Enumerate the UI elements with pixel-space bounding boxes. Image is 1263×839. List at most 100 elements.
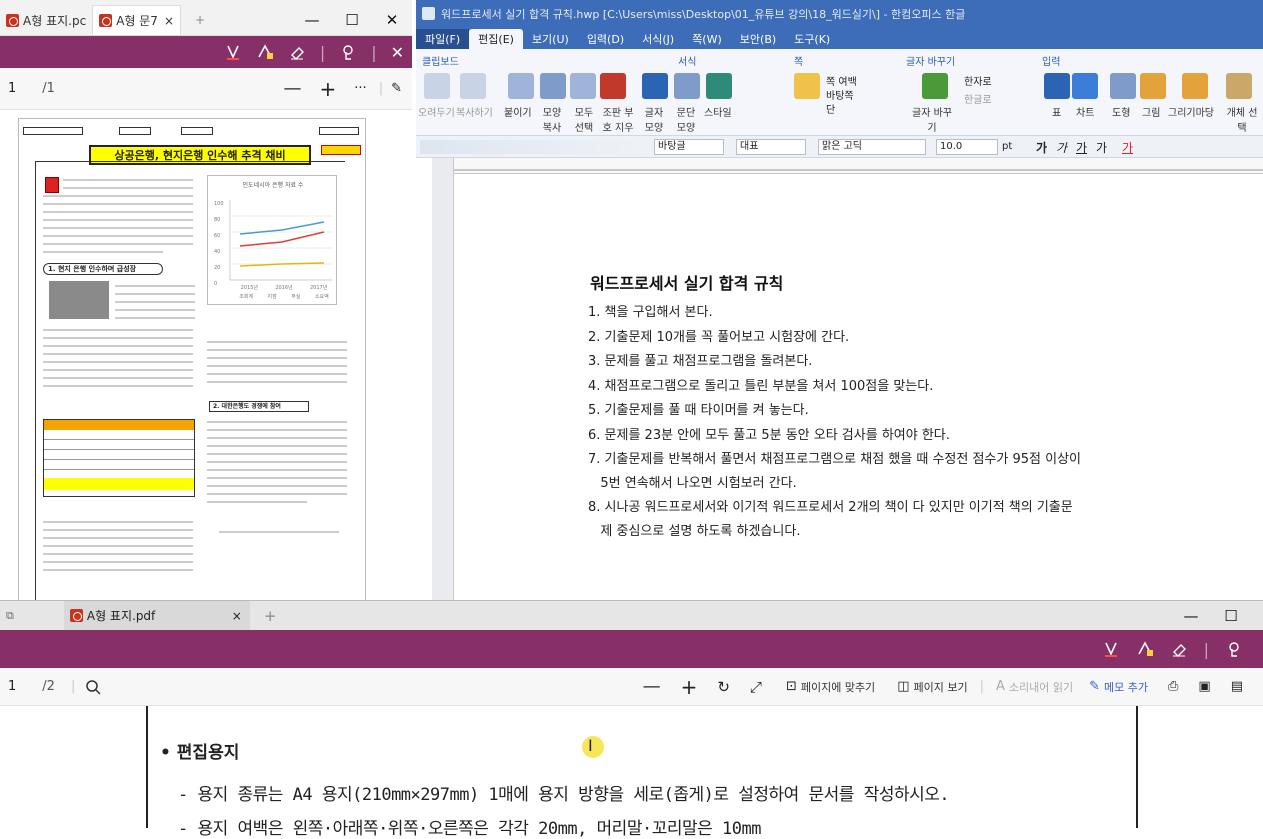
rule-line: 8. 시나공 워드프로세서와 이기적 워드프로세서 2개의 책이 다 있지만 이… bbox=[588, 500, 1073, 515]
save-as-icon[interactable]: ▤ bbox=[1231, 679, 1243, 694]
pdf-small-tabbar: A형 표지.pc A형 문7 × + — ☐ ✕ bbox=[0, 0, 412, 36]
column-label[interactable]: 단 bbox=[826, 101, 835, 116]
master-page-label[interactable]: 바탕쪽 bbox=[826, 87, 854, 102]
zoom-in-button[interactable]: + bbox=[320, 77, 337, 101]
save-icon[interactable]: ▣ bbox=[1198, 679, 1210, 694]
pdf-small-viewer[interactable]: 상공은행, 현지은행 인수해 추격 채비 1. 현지 은행 인수하며 급성장 인… bbox=[0, 110, 412, 600]
style-select[interactable]: 바탕글 bbox=[654, 139, 724, 155]
rule-line: 6. 문제를 23분 안에 모두 풀고 5분 동안 오타 검사를 하여야 한다. bbox=[588, 428, 950, 443]
menu-page[interactable]: 쪽(W) bbox=[683, 29, 731, 49]
para-shape-icon[interactable] bbox=[674, 73, 700, 99]
font-select[interactable]: 맑은 고딕 bbox=[818, 139, 926, 155]
pin-icon[interactable]: ✎ bbox=[391, 81, 402, 96]
maximize-button[interactable]: ☐ bbox=[332, 11, 372, 29]
font-size-input[interactable]: 10.0 bbox=[936, 139, 998, 155]
menu-format[interactable]: 서식(J) bbox=[633, 29, 683, 49]
hwp-ribbon: 클립보드 서식 쪽 글자 바꾸기 입력 오려두기 복사하기 붙이기 모양 복사 … bbox=[416, 49, 1263, 149]
new-tab-button[interactable]: + bbox=[264, 607, 277, 625]
cut-icon[interactable] bbox=[424, 73, 450, 99]
rotate-icon[interactable]: ↻ bbox=[717, 678, 730, 696]
rule-line: 3. 문제를 풀고 채점프로그램을 돌려본다. bbox=[588, 354, 813, 369]
zoom-in-button[interactable]: + bbox=[681, 675, 698, 699]
expand-icon[interactable]: ⤢ bbox=[750, 678, 762, 696]
close-button[interactable]: ✕ bbox=[372, 11, 412, 29]
style-icon[interactable] bbox=[706, 73, 732, 99]
page-view-button[interactable]: 페이지 보기 bbox=[913, 679, 967, 695]
search-icon[interactable] bbox=[85, 679, 101, 695]
underline-button[interactable]: 가 bbox=[1076, 139, 1087, 156]
char-change-icon[interactable] bbox=[922, 73, 948, 99]
strike-button[interactable]: 가 bbox=[1096, 139, 1107, 156]
highlight-icon[interactable] bbox=[1102, 640, 1120, 658]
touch-icon[interactable] bbox=[1225, 640, 1243, 658]
rule-line: 5번 연속해서 나오면 시험보러 간다. bbox=[588, 476, 797, 491]
maximize-button[interactable]: ☐ bbox=[1211, 607, 1251, 625]
pdf-large-viewer[interactable]: • 편집용지 - 용지 종류는 A4 용지(210mm×297mm) 1매에 용… bbox=[0, 706, 1263, 839]
pdf-tab[interactable]: A형 표지.pdf × bbox=[63, 600, 250, 631]
chart-icon[interactable] bbox=[1072, 73, 1098, 99]
object-select-icon[interactable] bbox=[1226, 73, 1252, 99]
pdf-tab-2[interactable]: A형 문7 × bbox=[92, 5, 181, 35]
close-icon[interactable]: × bbox=[164, 14, 174, 28]
rule-line: 5. 기출문제를 풀 때 타이머를 켜 놓는다. bbox=[588, 403, 809, 418]
quick-access-icons[interactable] bbox=[420, 140, 640, 154]
menu-insert[interactable]: 입력(D) bbox=[578, 29, 633, 49]
zoom-out-button[interactable]: — bbox=[284, 78, 302, 99]
picture-icon[interactable] bbox=[1140, 73, 1166, 99]
paste-icon[interactable] bbox=[508, 73, 534, 99]
highlight-icon[interactable] bbox=[224, 43, 242, 61]
eraser-icon[interactable] bbox=[1170, 640, 1188, 658]
language-select[interactable]: 대표 bbox=[736, 139, 806, 155]
text-highlight-icon[interactable] bbox=[1136, 640, 1154, 658]
print-icon[interactable]: ⎙ bbox=[1168, 679, 1178, 694]
rule-line: 제 중심으로 설명 하도록 하겠습니다. bbox=[588, 524, 801, 539]
table-icon[interactable] bbox=[1044, 73, 1070, 99]
format-copy-icon[interactable] bbox=[540, 73, 566, 99]
close-icon[interactable]: ✕ bbox=[391, 43, 404, 62]
text-cursor-icon: I bbox=[588, 736, 593, 755]
font-color-button[interactable]: 가 bbox=[1122, 139, 1133, 156]
rule-line: 2. 기출문제 10개를 꼭 풀어보고 시험장에 간다. bbox=[588, 330, 850, 345]
page-margin-icon[interactable] bbox=[794, 73, 820, 99]
select-all-icon[interactable] bbox=[570, 73, 596, 99]
minimize-button[interactable]: — bbox=[1171, 607, 1211, 625]
page-number-input[interactable]: 1 bbox=[8, 679, 16, 694]
bold-button[interactable]: 가 bbox=[1036, 139, 1047, 156]
menu-file[interactable]: 파일(F) bbox=[416, 29, 470, 49]
fit-page-button[interactable]: 페이지에 맞추기 bbox=[801, 679, 875, 695]
italic-button[interactable]: 가 bbox=[1056, 139, 1067, 156]
chart-legend: 조회계 지점 부실 소요액 bbox=[239, 294, 329, 300]
eraser-icon[interactable] bbox=[288, 43, 306, 61]
content-line: - 용지 종류는 A4 용지(210mm×297mm) 1매에 용지 방향을 세… bbox=[178, 785, 950, 805]
x-tick-labels: 2015년 2016년 2017년 bbox=[240, 285, 328, 291]
close-icon[interactable]: × bbox=[232, 609, 242, 623]
new-tab-button[interactable]: + bbox=[181, 5, 219, 35]
page-view-icon: ◫ bbox=[897, 679, 910, 694]
hangul-label[interactable]: 한글로 bbox=[964, 91, 992, 106]
add-note-button[interactable]: 메모 추가 bbox=[1104, 679, 1148, 695]
minimize-button[interactable]: — bbox=[292, 11, 332, 29]
char-shape-icon[interactable] bbox=[642, 73, 668, 99]
read-aloud-button[interactable]: 소리내어 읽기 bbox=[1009, 679, 1073, 695]
more-button[interactable]: ··· bbox=[354, 81, 366, 96]
document-title: 워드프로세서 실기 합격 규칙 bbox=[590, 274, 784, 293]
banner-title: 상공은행, 현지은행 인수해 추격 채비 bbox=[89, 145, 311, 165]
menu-view[interactable]: 보기(U) bbox=[523, 29, 578, 49]
touch-icon[interactable] bbox=[339, 43, 357, 61]
zoom-out-button[interactable]: — bbox=[643, 676, 661, 697]
menu-tools[interactable]: 도구(K) bbox=[785, 29, 839, 49]
shape-icon[interactable] bbox=[1110, 73, 1136, 99]
copy-icon[interactable] bbox=[460, 73, 486, 99]
page-margin-label[interactable]: 쪽 여백 bbox=[826, 73, 857, 88]
vertical-ruler bbox=[432, 158, 454, 600]
pdf-tab-1[interactable]: A형 표지.pc bbox=[0, 5, 92, 35]
clear-marks-icon[interactable] bbox=[600, 73, 626, 99]
drawing-icon[interactable] bbox=[1182, 73, 1208, 99]
tab-actions-icon[interactable]: ⧉ bbox=[6, 609, 14, 623]
hanja-label[interactable]: 한자로 bbox=[964, 73, 992, 88]
menu-security[interactable]: 보안(B) bbox=[731, 29, 785, 49]
group-insert: 입력 bbox=[1042, 57, 1061, 68]
text-highlight-icon[interactable] bbox=[256, 43, 274, 61]
page-number-input[interactable]: 1 bbox=[8, 81, 16, 96]
menu-edit[interactable]: 편집(E) bbox=[469, 29, 523, 49]
